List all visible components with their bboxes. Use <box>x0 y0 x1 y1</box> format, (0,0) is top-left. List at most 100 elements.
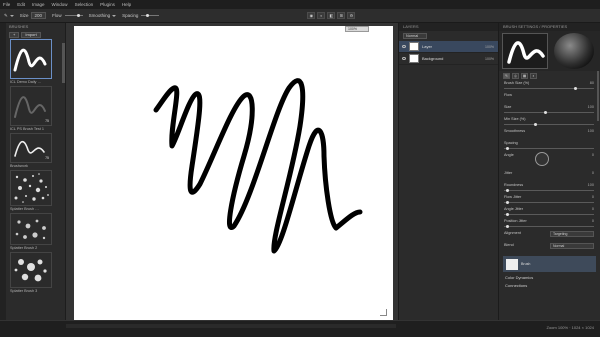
row-value: 100 <box>587 105 594 109</box>
size-label: Size <box>19 13 29 18</box>
roundness-row: Roundness 100 <box>499 182 600 194</box>
properties-panel-title: BRUSH SETTINGS / PROPERTIES <box>499 23 600 31</box>
row-value: 100 <box>587 129 594 133</box>
import-brush-button[interactable]: Import <box>21 31 41 38</box>
brush-tile[interactable] <box>10 213 52 245</box>
current-brush-row[interactable]: Brush <box>503 256 596 272</box>
brush-tile[interactable]: 75 <box>10 86 52 126</box>
row-value: 0 <box>591 219 594 223</box>
brush-stroke <box>153 78 363 254</box>
blend-select[interactable]: Normal <box>550 243 594 249</box>
spacing-slider[interactable] <box>504 147 594 150</box>
brush-tile[interactable]: 75 <box>10 133 52 163</box>
splatter-preview <box>14 259 47 282</box>
min-size-slider[interactable] <box>504 123 594 126</box>
row-value: 0 <box>591 171 594 175</box>
section-color-dynamics[interactable]: Color Dynamics <box>499 274 600 282</box>
layer-row[interactable]: Background 100% <box>399 53 498 65</box>
erase-icon[interactable]: ◧ <box>327 12 336 19</box>
flow-jitter-slider[interactable] <box>504 201 594 204</box>
angle-jitter-slider[interactable] <box>504 213 594 216</box>
flow-label: Flow <box>52 13 62 18</box>
smoothness-row: Smoothness 100 <box>499 128 600 140</box>
brush-tile[interactable] <box>10 39 52 79</box>
eye-icon[interactable] <box>402 57 406 60</box>
tab-texture[interactable]: ▦ <box>521 72 528 79</box>
tab-color[interactable]: ◐ <box>530 72 537 79</box>
brush-size-badge: 75 <box>45 119 49 123</box>
menu-plugins[interactable]: Plugins <box>100 2 115 7</box>
tab-brush[interactable]: ✎ <box>503 72 510 79</box>
brush-tile[interactable] <box>10 252 52 288</box>
flow-control[interactable]: Flow <box>52 12 83 20</box>
angle-dial[interactable] <box>535 152 549 166</box>
section-connections[interactable]: Connections <box>499 282 600 290</box>
smoothing-control[interactable]: Smoothing <box>89 12 117 20</box>
document-tab-strip <box>66 324 396 328</box>
tab-shape[interactable]: ◎ <box>512 72 519 79</box>
brush-size-slider[interactable] <box>504 87 594 90</box>
spacing-slider[interactable] <box>141 14 160 17</box>
brush-name: Brush <box>521 262 531 266</box>
row-label: Flow <box>504 93 513 97</box>
roundness-slider[interactable] <box>504 189 594 192</box>
symmetry-icon[interactable]: ⊞ <box>337 12 346 19</box>
row-label: Roundness <box>504 183 524 187</box>
zoom-chip[interactable]: 100% <box>345 26 369 32</box>
brush-icon: ✎ <box>4 12 8 18</box>
size-slider[interactable] <box>504 111 594 114</box>
position-jitter-slider[interactable] <box>504 225 594 228</box>
options-bar: ✎ Size 200 Flow Smoothing Spacing ◉ ◐ ◧ … <box>0 9 600 23</box>
canvas-corner-handle[interactable] <box>380 309 387 316</box>
blend-mode-select[interactable]: Normal <box>403 33 427 39</box>
drawing-canvas[interactable] <box>74 26 393 320</box>
menu-bar: File Edit Image Window Selection Plugins… <box>0 0 600 9</box>
size-value[interactable]: 200 <box>30 12 47 19</box>
stroke-preview <box>502 33 548 69</box>
brushes-panel-title: BRUSHES <box>9 24 29 29</box>
layers-panel-title: LAYERS <box>399 23 498 31</box>
size-row: Size 100 <box>499 104 600 116</box>
brush-size-badge: 75 <box>45 156 49 160</box>
smoothing-label: Smoothing <box>88 13 111 18</box>
quick-actions: ◉ ◐ ◧ ⊞ ⚙ <box>305 12 356 20</box>
row-value: 0 <box>591 195 594 199</box>
properties-scrollbar[interactable] <box>597 71 599 121</box>
brush-tile-label: Brushwork <box>10 164 28 168</box>
tilt-icon[interactable]: ◐ <box>317 12 326 19</box>
blend-label: Blend <box>504 243 514 247</box>
row-label: Smoothness <box>504 129 526 133</box>
row-value: 0 <box>591 153 594 157</box>
layer-opacity: 100% <box>485 56 494 61</box>
brushes-panel: BRUSHES + Import ICL Demo Daily … 75 ICL… <box>6 23 66 320</box>
alignment-label: Alignment <box>504 231 521 235</box>
tip-preview-sphere <box>554 33 594 69</box>
menu-window[interactable]: Window <box>52 2 68 7</box>
menu-image[interactable]: Image <box>32 2 45 7</box>
status-bar: Zoom 100% · 1024 × 1024 <box>0 320 600 337</box>
pressure-icon[interactable]: ◉ <box>307 12 316 19</box>
brushes-scrollbar[interactable] <box>62 43 65 83</box>
eye-icon[interactable] <box>402 45 406 48</box>
layers-panel: LAYERS Normal Layer 100% Background 100% <box>398 23 498 320</box>
menu-help[interactable]: Help <box>122 2 131 7</box>
menu-selection[interactable]: Selection <box>75 2 94 7</box>
menu-file[interactable]: File <box>3 2 10 7</box>
status-text: Zoom 100% · 1024 × 1024 <box>546 325 594 330</box>
blend-row: Blend Normal <box>499 242 600 254</box>
add-brush-button[interactable]: + <box>9 31 20 38</box>
brush-tile[interactable] <box>10 170 52 206</box>
jitter-row: Jitter 0 <box>499 170 600 182</box>
brush-tile-label: Splatter Brush 2 <box>10 246 38 250</box>
row-label: Min Size (%) <box>504 117 526 121</box>
alignment-select[interactable]: Targeting <box>550 231 594 237</box>
spacing-control[interactable]: Spacing <box>122 12 160 20</box>
flow-row: Flow <box>499 92 600 104</box>
menu-edit[interactable]: Edit <box>17 2 25 7</box>
layer-row[interactable]: Layer 100% <box>399 41 498 53</box>
flow-slider[interactable] <box>64 14 83 17</box>
settings-icon[interactable]: ⚙ <box>347 12 356 19</box>
tool-preset-selector[interactable]: ✎ <box>4 12 14 20</box>
layer-thumbnail <box>409 42 419 51</box>
size-control[interactable]: Size 200 <box>19 12 47 20</box>
